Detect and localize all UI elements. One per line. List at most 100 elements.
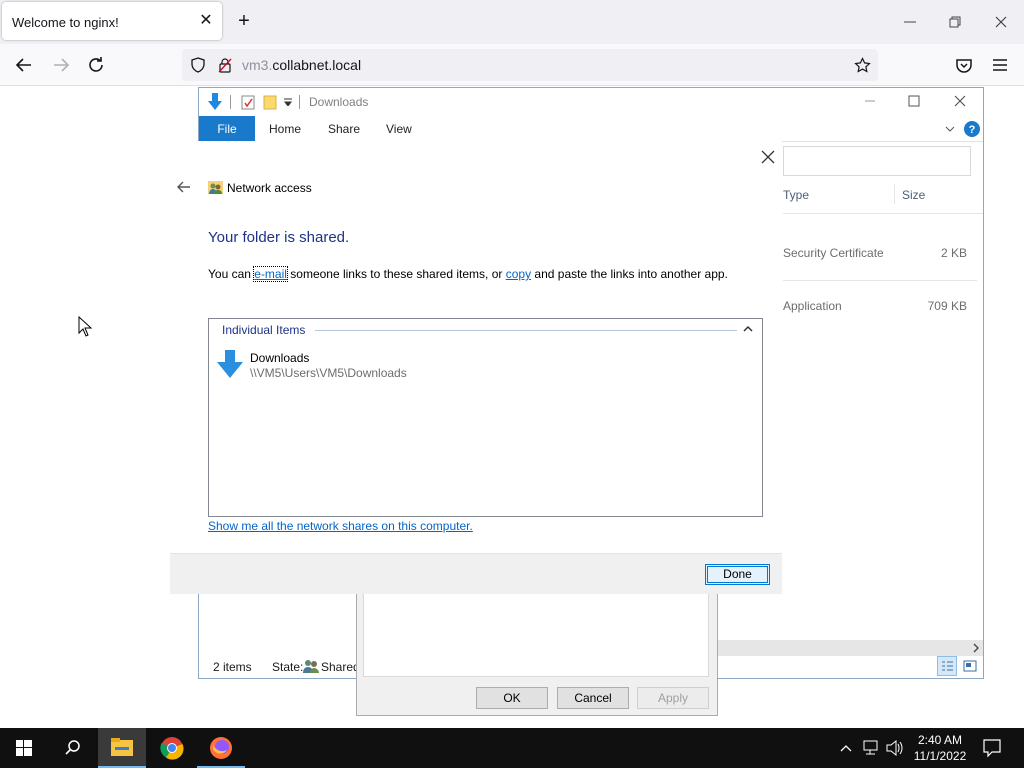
properties-check-icon[interactable] xyxy=(241,94,255,110)
search-button[interactable] xyxy=(48,728,96,768)
volume-icon[interactable] xyxy=(885,728,903,768)
large-icons-view-icon[interactable] xyxy=(963,659,977,673)
help-icon[interactable]: ? xyxy=(963,120,981,138)
network-users-icon xyxy=(208,181,223,194)
explorer-maximize-icon[interactable] xyxy=(905,92,923,110)
shield-icon[interactable] xyxy=(190,57,206,73)
file-type: Application xyxy=(783,299,842,313)
taskbar-file-explorer[interactable] xyxy=(98,728,146,768)
body-text-post: and paste the links into another app. xyxy=(531,267,728,281)
status-state-label: State: xyxy=(272,660,304,674)
close-window-icon[interactable] xyxy=(991,12,1011,32)
column-headers: Type Size xyxy=(783,178,983,214)
network-icon[interactable] xyxy=(862,728,880,768)
bookmark-star-icon[interactable] xyxy=(854,57,871,74)
status-state-value: Shared xyxy=(321,660,360,674)
done-button[interactable]: Done xyxy=(705,564,770,585)
dialog-heading: Your folder is shared. xyxy=(208,229,350,246)
file-type: Security Certificate xyxy=(783,246,884,260)
url-prefix: vm3. xyxy=(242,57,273,73)
column-divider xyxy=(894,184,895,204)
browser-tab-bar: Welcome to nginx! ✕ + xyxy=(0,0,1024,44)
file-explorer-icon xyxy=(111,738,133,756)
scroll-right-icon[interactable] xyxy=(971,643,981,653)
file-size: 709 KB xyxy=(927,299,967,313)
horizontal-scrollbar[interactable] xyxy=(717,640,983,656)
quick-access-toolbar: Downloads xyxy=(199,88,983,116)
forward-icon[interactable] xyxy=(50,54,72,76)
url-bar[interactable]: vm3.collabnet.local xyxy=(182,49,878,81)
menu-icon[interactable] xyxy=(989,54,1011,76)
properties-content xyxy=(363,593,709,677)
explorer-minimize-icon[interactable] xyxy=(861,92,879,110)
browser-tab[interactable]: Welcome to nginx! ✕ xyxy=(2,2,222,40)
notifications-icon[interactable] xyxy=(982,728,1002,768)
dialog-close-icon[interactable] xyxy=(760,149,776,165)
shared-item-path: \\VM5\Users\VM5\Downloads xyxy=(250,366,407,380)
window-title: Downloads xyxy=(309,95,369,109)
copy-link[interactable]: copy xyxy=(506,267,531,281)
pocket-icon[interactable] xyxy=(953,54,975,76)
insecure-lock-icon[interactable] xyxy=(217,57,233,73)
browser-nav-bar: vm3.collabnet.local xyxy=(0,44,1024,86)
details-view-icon xyxy=(942,661,953,671)
new-tab-icon[interactable]: + xyxy=(234,11,254,32)
tab-view[interactable]: View xyxy=(386,116,412,142)
firefox-icon xyxy=(210,737,232,759)
file-row[interactable]: Application 709 KB xyxy=(783,281,977,334)
clock[interactable]: 2:40 AM 11/1/2022 xyxy=(908,732,972,764)
downloads-arrow-icon xyxy=(208,93,222,110)
tab-home[interactable]: Home xyxy=(269,116,301,142)
column-type[interactable]: Type xyxy=(783,188,809,202)
search-icon xyxy=(65,740,80,755)
dialog-body-text: You can e-mail someone links to these sh… xyxy=(208,266,728,282)
show-network-shares-link[interactable]: Show me all the network shares on this c… xyxy=(208,519,473,533)
shared-users-icon xyxy=(303,660,319,673)
restore-icon[interactable] xyxy=(945,12,965,32)
collapse-group-icon[interactable] xyxy=(743,325,753,333)
tab-close-icon[interactable]: ✕ xyxy=(198,13,214,29)
chrome-icon xyxy=(160,737,184,760)
status-item-count: 2 items xyxy=(213,660,252,674)
downloads-folder-icon xyxy=(217,350,243,378)
dialog-back-icon[interactable] xyxy=(176,179,192,195)
ok-button[interactable]: OK xyxy=(476,687,548,709)
qat-divider-2 xyxy=(299,95,300,109)
search-box[interactable] xyxy=(783,146,971,176)
network-access-dialog: Network access Your folder is shared. Yo… xyxy=(170,141,782,594)
taskbar: 2:40 AM 11/1/2022 xyxy=(0,728,1024,768)
mouse-cursor-icon xyxy=(78,316,92,337)
ribbon-expand-icon[interactable] xyxy=(945,124,955,134)
qat-dropdown-icon[interactable] xyxy=(284,98,292,106)
taskbar-chrome[interactable] xyxy=(148,728,196,768)
taskbar-firefox[interactable] xyxy=(197,728,245,768)
body-text-pre: You can xyxy=(208,267,255,281)
details-view-button[interactable] xyxy=(937,656,957,676)
group-header-line xyxy=(315,330,737,331)
dialog-footer: Done xyxy=(170,553,782,594)
clock-time: 2:40 AM xyxy=(917,733,963,747)
new-folder-icon[interactable] xyxy=(263,94,277,110)
tab-share[interactable]: Share xyxy=(328,116,360,142)
column-size[interactable]: Size xyxy=(902,188,925,202)
cancel-button[interactable]: Cancel xyxy=(557,687,629,709)
start-button[interactable] xyxy=(0,728,48,768)
dialog-title: Network access xyxy=(227,181,312,195)
ribbon-tabs: File Home Share View ? xyxy=(199,116,983,142)
file-row[interactable]: Security Certificate 2 KB xyxy=(783,228,977,281)
email-link[interactable]: e-mail xyxy=(253,266,288,282)
body-text-mid: someone links to these shared items, or xyxy=(286,267,506,281)
show-hidden-icons-icon[interactable] xyxy=(838,728,854,768)
tab-file[interactable]: File xyxy=(199,116,255,142)
apply-button[interactable]: Apply xyxy=(637,687,709,709)
windows-logo-icon xyxy=(16,740,32,756)
svg-text:?: ? xyxy=(969,124,976,136)
qat-divider xyxy=(230,95,231,109)
explorer-close-icon[interactable] xyxy=(951,92,969,110)
shared-item-name: Downloads xyxy=(250,351,310,365)
back-icon[interactable] xyxy=(13,54,35,76)
file-size: 2 KB xyxy=(940,246,967,260)
minimize-icon[interactable] xyxy=(900,12,920,32)
reload-icon[interactable] xyxy=(85,54,107,76)
properties-dialog: OK Cancel Apply xyxy=(356,592,718,716)
